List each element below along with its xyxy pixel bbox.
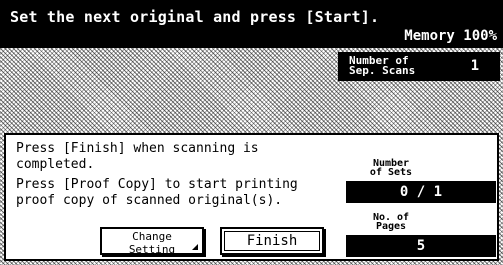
sep-scans-label-line2: Sep. Scans xyxy=(349,64,416,77)
change-setting-label-2: Setting xyxy=(128,243,176,256)
sep-scans-value: 1 xyxy=(470,58,479,74)
message-bar: Set the next original and press [Start].… xyxy=(0,0,503,48)
pages-label-line2: Pages xyxy=(375,221,407,232)
corner-triangle-icon xyxy=(192,244,198,250)
info-panel: Press [Finish] when scanning is complete… xyxy=(4,133,499,261)
status-message: Set the next original and press [Start]. xyxy=(10,8,380,26)
info-line-3: Press [Proof Copy] to start printing xyxy=(16,177,298,192)
finish-button-inner-border xyxy=(224,231,320,251)
pages-value: 5 xyxy=(346,235,496,257)
pages-label: No. of Pages xyxy=(361,213,421,232)
sets-value: 0 / 1 xyxy=(346,181,496,203)
change-setting-button[interactable]: Change Setting xyxy=(100,227,204,255)
sets-label: Number of Sets xyxy=(361,159,421,178)
finish-button[interactable]: Finish xyxy=(220,227,324,255)
info-line-2: completed. xyxy=(16,157,95,172)
sets-label-line2: of Sets xyxy=(369,167,413,178)
sep-scans-counter: Number of Sep. Scans 1 xyxy=(338,52,500,81)
memory-indicator: Memory 100% xyxy=(404,28,497,44)
copier-screen: Set the next original and press [Start].… xyxy=(0,0,503,265)
sep-scans-label: Number of Sep. Scans xyxy=(349,55,416,77)
change-setting-label-1: Change xyxy=(132,230,172,243)
info-line-1: Press [Finish] when scanning is xyxy=(16,141,259,156)
info-line-4: proof copy of scanned original(s). xyxy=(16,193,283,208)
